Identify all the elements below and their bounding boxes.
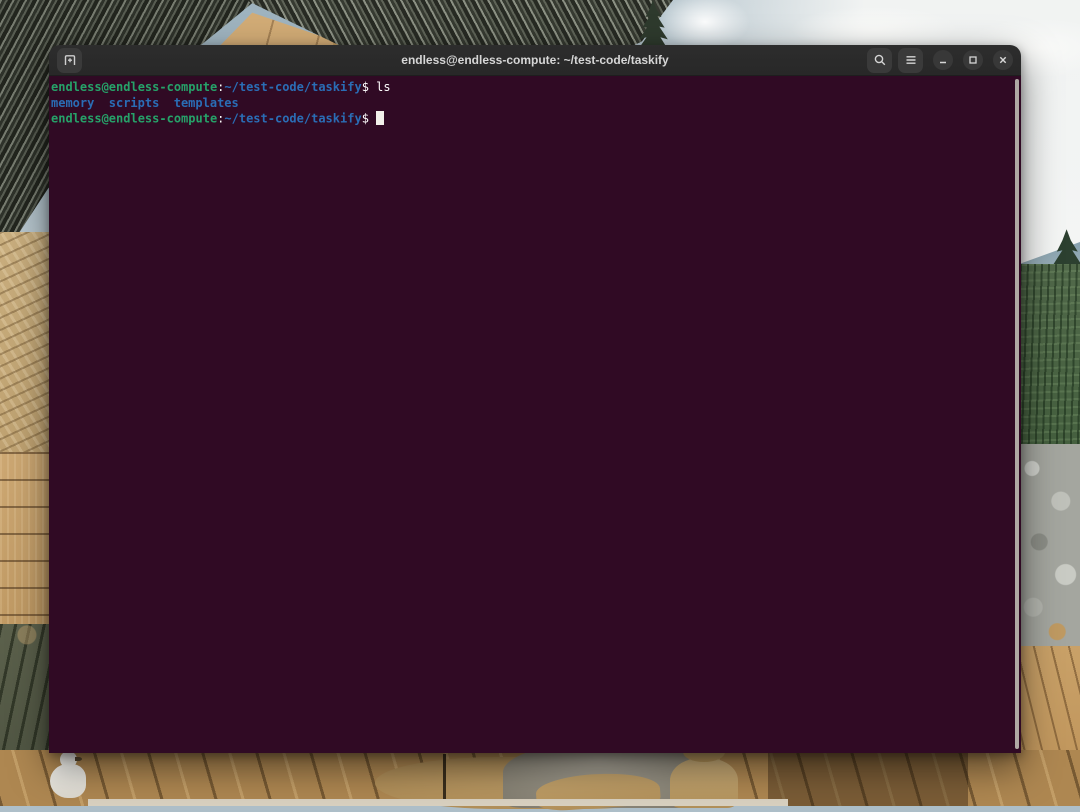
wallpaper-forest xyxy=(1020,264,1080,446)
wallpaper-white-bird xyxy=(50,764,86,798)
search-button[interactable] xyxy=(867,48,892,73)
terminal-line-prompt-2: endless@endless-compute:~/test-code/task… xyxy=(51,111,1019,127)
maximize-icon xyxy=(966,53,980,67)
terminal-cursor xyxy=(376,111,383,125)
minimize-icon xyxy=(936,53,950,67)
maximize-button[interactable] xyxy=(963,50,983,70)
prompt-path: ~/test-code/taskify xyxy=(224,112,361,126)
titlebar[interactable]: endless@endless-compute: ~/test-code/tas… xyxy=(49,45,1021,76)
new-tab-button[interactable] xyxy=(57,48,82,73)
terminal-line-prompt-1: endless@endless-compute:~/test-code/task… xyxy=(51,80,1019,96)
titlebar-controls xyxy=(867,48,1013,73)
wallpaper-shingles xyxy=(0,232,49,454)
wallpaper-planks-shadow xyxy=(768,750,968,806)
wallpaper-white-bird-beak xyxy=(75,757,82,761)
close-button[interactable] xyxy=(993,50,1013,70)
directory-entry: scripts xyxy=(109,96,160,110)
minimize-button[interactable] xyxy=(933,50,953,70)
directory-entry: templates xyxy=(174,96,239,110)
command-text: ls xyxy=(376,80,390,94)
prompt-user-host: endless@endless-compute xyxy=(51,80,217,94)
terminal-line-ls-output: memory scripts templates xyxy=(51,96,1019,112)
prompt-dollar: $ xyxy=(362,112,369,126)
wallpaper-stick xyxy=(443,754,446,802)
tab-new-icon xyxy=(62,52,78,68)
prompt-user-host: endless@endless-compute xyxy=(51,112,217,126)
wallpaper-planks-left xyxy=(0,452,49,626)
search-icon xyxy=(872,52,888,68)
wallpaper-rocks xyxy=(1020,444,1080,648)
terminal-window: endless@endless-compute: ~/test-code/tas… xyxy=(49,45,1021,753)
prompt-path: ~/test-code/taskify xyxy=(224,80,361,94)
close-icon xyxy=(996,53,1010,67)
menu-button[interactable] xyxy=(898,48,923,73)
hamburger-menu-icon xyxy=(903,52,919,68)
wallpaper-ground-strip xyxy=(88,799,788,806)
directory-entry: memory xyxy=(51,96,94,110)
terminal-content[interactable]: endless@endless-compute:~/test-code/task… xyxy=(49,76,1021,753)
terminal-scrollbar[interactable] xyxy=(1015,79,1019,749)
prompt-dollar: $ xyxy=(362,80,369,94)
